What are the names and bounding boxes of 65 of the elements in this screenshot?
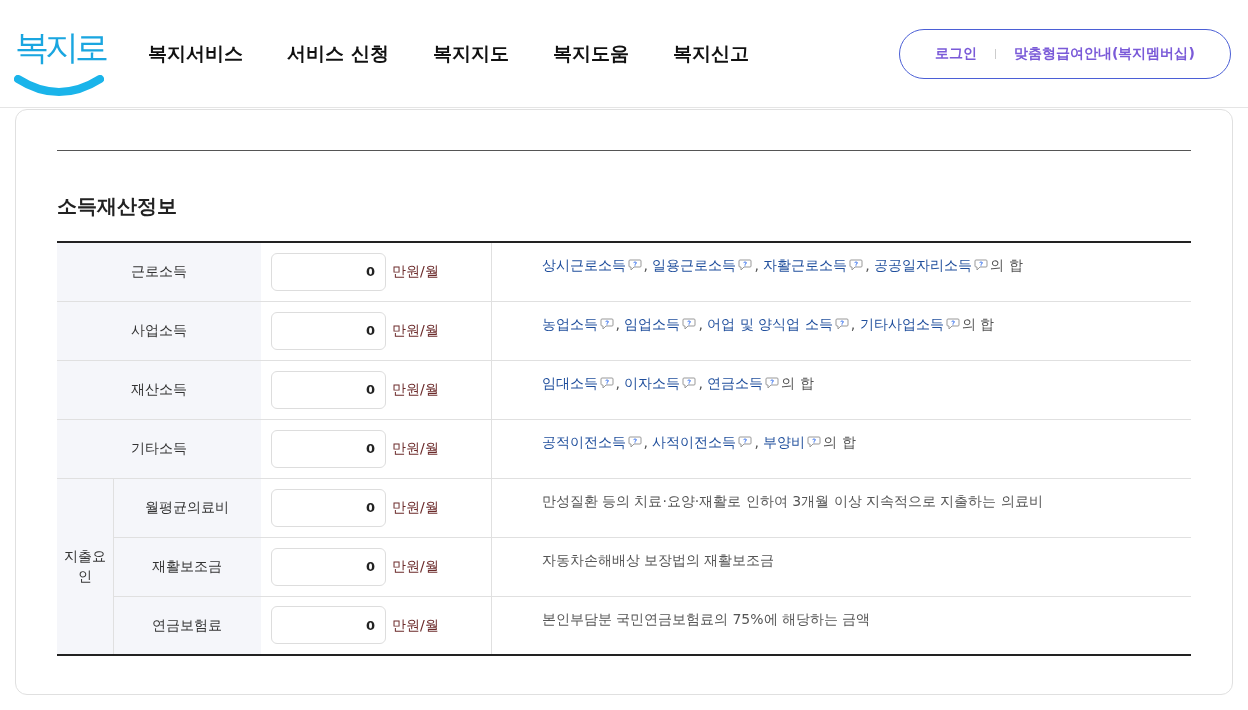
description-text: 공적이전소득 , 사적이전소득 , 부양비 의 합 <box>541 433 856 450</box>
term-link[interactable]: 사적이전소득 <box>652 433 737 450</box>
amount-input[interactable]: 0 <box>271 547 386 586</box>
help-bubble-icon[interactable] <box>765 376 780 389</box>
term-link[interactable]: 일용근로소득 <box>652 257 737 273</box>
term-link[interactable]: 농업소득 <box>541 315 598 332</box>
nav-link[interactable]: 복지지도 <box>432 39 509 68</box>
row-label: 근로소득 <box>57 242 261 301</box>
amount-input[interactable]: 0 <box>271 429 386 468</box>
amount-input[interactable]: 0 <box>271 252 386 291</box>
help-bubble-icon[interactable] <box>682 376 697 389</box>
amount-input[interactable]: 0 <box>271 606 386 645</box>
help-bubble-icon[interactable] <box>807 435 822 448</box>
membership-link[interactable]: 맞춤형급여안내(복지멤버십) <box>1014 43 1195 64</box>
help-bubble-icon[interactable] <box>627 435 642 448</box>
term-link[interactable]: 이자소득 <box>624 374 681 391</box>
term-link[interactable]: 상시근로소득 <box>541 257 626 273</box>
description-text: 자동차손해배상 보장법의 재활보조금 <box>541 551 775 568</box>
section-title: 소득재산정보 <box>57 193 178 220</box>
description-text: 본인부담분 국민연금보험료의 75%에 해당하는 금액 <box>541 610 871 627</box>
term-link[interactable]: 자활근로소득 <box>763 257 848 273</box>
login-link[interactable]: 로그인 <box>935 43 978 64</box>
unit-label: 만원/월 <box>392 498 439 517</box>
amount-input[interactable]: 0 <box>271 311 386 350</box>
unit-label: 만원/월 <box>392 615 439 635</box>
row-label: 재활보조금 <box>113 537 261 596</box>
unit-label: 만원/월 <box>392 439 439 458</box>
nav-link[interactable]: 서비스 신청 <box>287 39 389 68</box>
help-bubble-icon[interactable] <box>599 317 614 330</box>
term-link[interactable]: 공적이전소득 <box>541 433 626 450</box>
term-link[interactable]: 어업 및 양식업 소득 <box>707 315 833 332</box>
help-bubble-icon[interactable] <box>974 259 989 271</box>
term-link[interactable]: 부양비 <box>763 433 806 450</box>
term-link[interactable]: 공공일자리소득 <box>874 257 973 273</box>
row-label: 사업소득 <box>57 301 261 360</box>
description-text: 상시근로소득 , 일용근로소득 , 자활근로소득 , 공공일자리소득 의 합 <box>541 257 1023 273</box>
amount-input[interactable]: 0 <box>271 370 386 409</box>
nav-link[interactable]: 복지도움 <box>552 39 629 68</box>
help-bubble-icon[interactable] <box>738 259 753 271</box>
description-text: 임대소득 , 이자소득 , 연금소득 의 합 <box>541 374 814 391</box>
help-bubble-icon[interactable] <box>627 259 642 271</box>
term-link[interactable]: 연금소득 <box>707 374 764 391</box>
description-text: 농업소득 , 임업소득 , 어업 및 양식업 소득 , 기타사업소득 의 합 <box>541 315 995 332</box>
unit-label: 만원/월 <box>392 321 439 340</box>
help-bubble-icon[interactable] <box>945 317 960 330</box>
row-label: 연금보험료 <box>113 596 261 655</box>
help-bubble-icon[interactable] <box>849 259 864 271</box>
row-label: 월평균의료비 <box>113 478 261 537</box>
row-label: 재산소득 <box>57 360 261 419</box>
term-link[interactable]: 임대소득 <box>541 374 598 391</box>
help-bubble-icon[interactable] <box>834 317 849 330</box>
unit-label: 만원/월 <box>392 557 439 576</box>
row-label: 기타소득 <box>57 419 261 478</box>
group-label: 지출요인 <box>57 478 113 655</box>
nav-link[interactable]: 복지서비스 <box>148 39 243 68</box>
help-bubble-icon[interactable] <box>599 376 614 389</box>
nav-link[interactable]: 복지신고 <box>672 39 749 68</box>
amount-input[interactable]: 0 <box>271 488 386 527</box>
term-link[interactable]: 임업소득 <box>624 315 681 332</box>
unit-label: 만원/월 <box>392 262 439 282</box>
help-bubble-icon[interactable] <box>738 435 753 448</box>
term-link[interactable]: 기타사업소득 <box>859 315 944 332</box>
description-text: 만성질환 등의 치료·요양·재활로 인하여 3개월 이상 지속적으로 지출하는 의료비 <box>541 492 1043 509</box>
help-bubble-icon[interactable] <box>682 317 697 330</box>
unit-label: 만원/월 <box>392 380 439 399</box>
